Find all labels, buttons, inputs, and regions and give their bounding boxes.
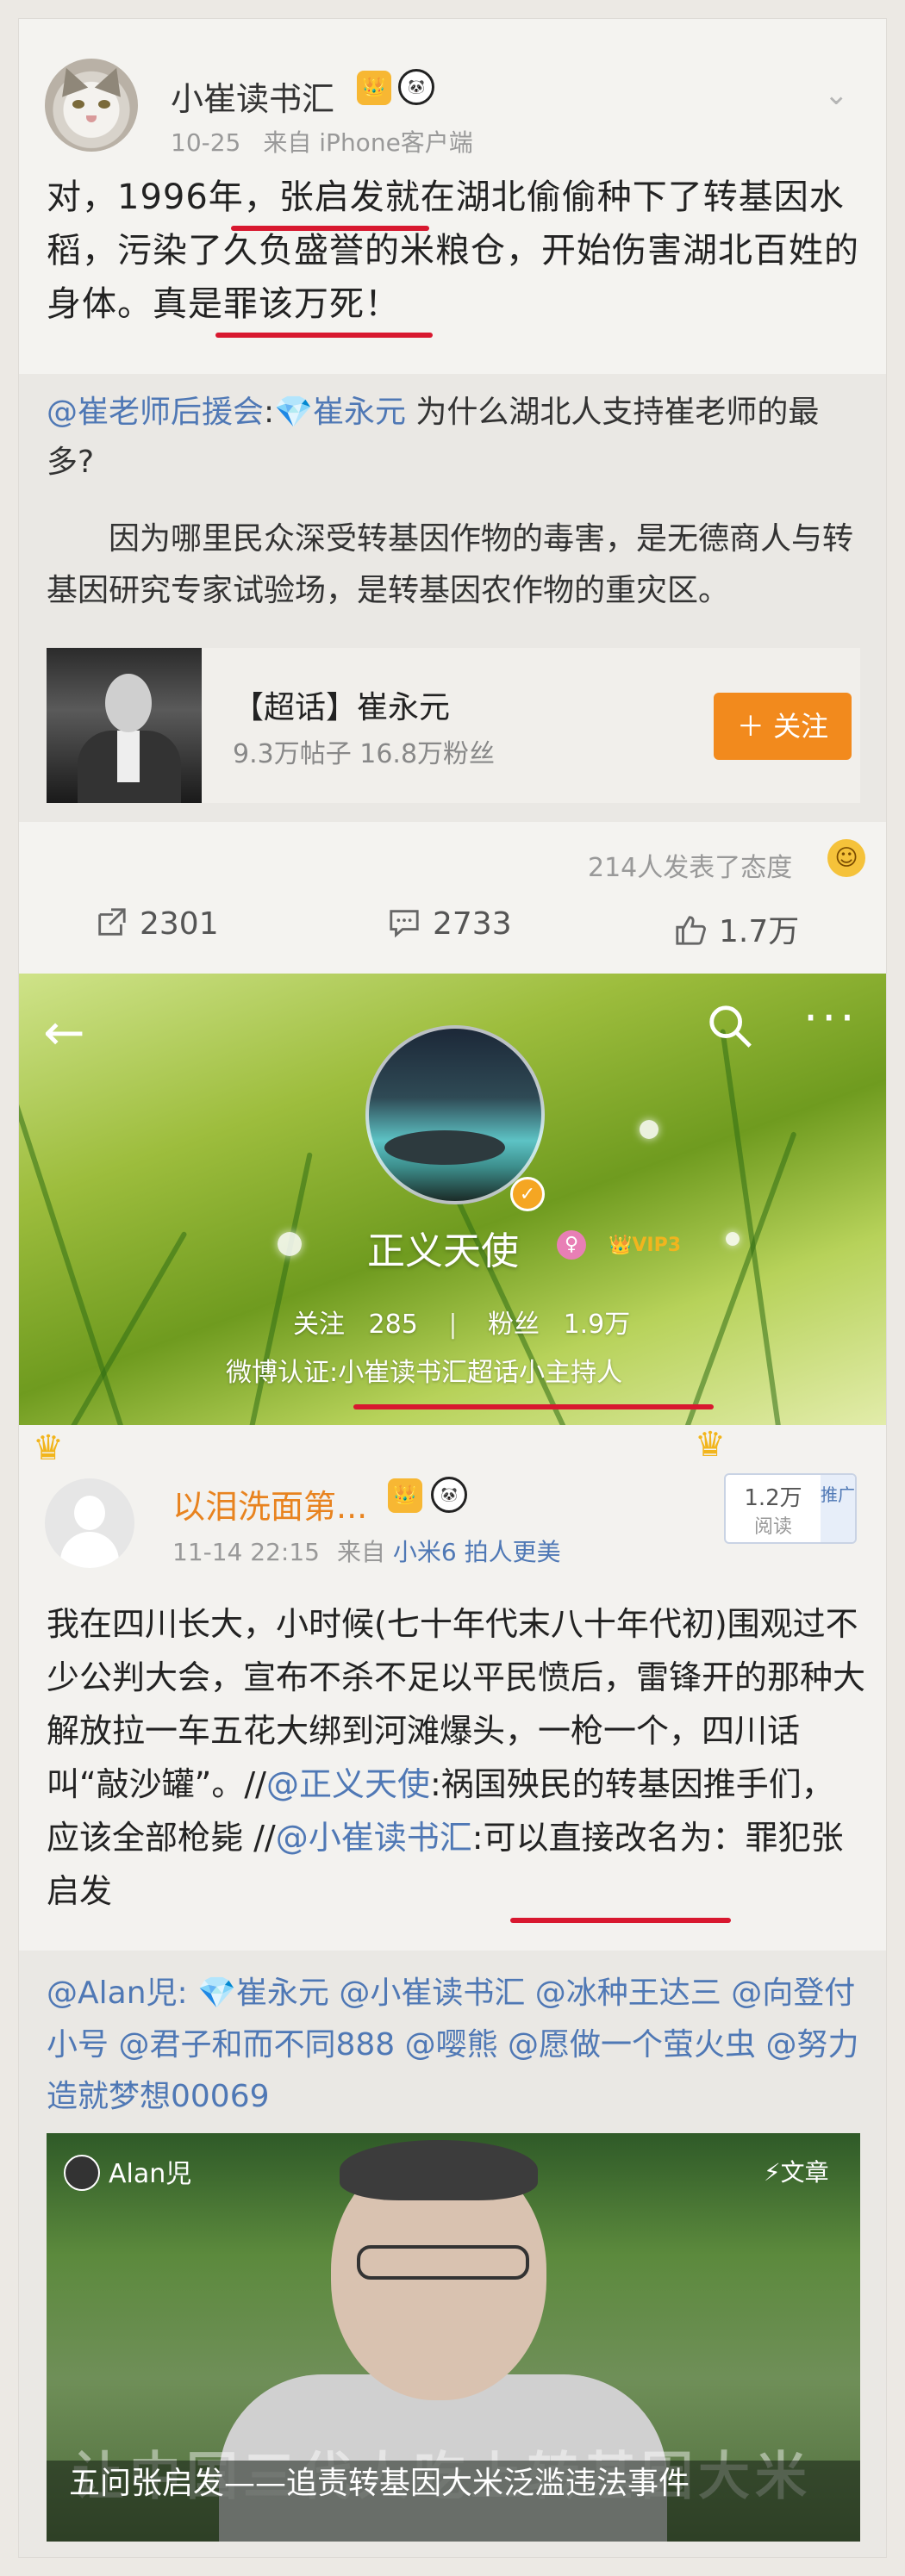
panda-badge-icon: 🐼 (431, 1477, 467, 1513)
highlight-underline (215, 333, 433, 338)
mention-link[interactable]: @崔老师后援会 (47, 395, 264, 430)
follow-button[interactable]: ＋ 关注 (714, 693, 852, 760)
chevron-down-icon[interactable]: ⌄ (824, 78, 849, 112)
post-date: 10-25 (171, 128, 241, 157)
repost-box[interactable]: @崔老师后援会:💎崔永元 为什么湖北人支持崔老师的最多? 因为哪里民众深受转基因… (19, 374, 886, 822)
avatar[interactable] (45, 59, 138, 152)
super-topic-card[interactable]: 【超话】崔永元 9.3万帖子 16.8万粉丝 ＋ 关注 (47, 648, 860, 803)
comment-icon (390, 910, 419, 938)
post-meta: 11-14 22:15 来自 小米6 拍人更美 (172, 1534, 561, 1568)
action-bar: 2301 2733 1.7万 (19, 906, 886, 967)
read-count-box: 1.2万 阅读 推广 (724, 1473, 857, 1544)
post-meta: 10-25 来自 iPhone客户端 (171, 124, 473, 159)
like-button[interactable]: 1.7万 (674, 906, 799, 951)
topic-link[interactable]: 💎崔永元 (274, 395, 406, 430)
article-card[interactable]: Alan児 ⚡文章 让中国三代人吃上转基因大米 五问张启发——追责转基因大米泛滥… (47, 2133, 860, 2542)
fans-count[interactable]: 1.9万 (564, 1310, 631, 1340)
back-arrow-icon[interactable]: ← (43, 1003, 85, 1061)
profile-name: 正义天使 (367, 1229, 519, 1273)
repost-box[interactable]: @Alan児: 💎崔永元 @小崔读书汇 @冰种王达三 @向登付小号 @君子和而不… (19, 1951, 886, 2557)
comment-button[interactable]: 2733 (388, 906, 512, 942)
promote-button[interactable]: 推广 (821, 1475, 855, 1542)
card-title: 【超话】崔永元 (233, 690, 451, 725)
mention-link[interactable]: @正义天使 (266, 1765, 430, 1803)
post-source-device[interactable]: 小米6 拍人更美 (393, 1538, 561, 1566)
smile-emoji-icon[interactable]: ☺ (827, 839, 865, 877)
post-text: 对，1996年，张启发就在湖北偷偷种下了转基因水稻，污染了久负盛誉的米粮仓，开始… (47, 177, 859, 324)
user-name[interactable]: 以泪洗面第... (172, 1480, 367, 1528)
like-count: 1.7万 (719, 914, 800, 949)
mention-list[interactable]: @Alan児: 💎崔永元 @小崔读书汇 @冰种王达三 @向登付小号 @君子和而不… (47, 1968, 865, 2123)
crown-badge-icon: 👑 (388, 1478, 422, 1513)
repost-text: @崔老师后援会:💎崔永元 为什么湖北人支持崔老师的最多? (47, 395, 820, 480)
follow-label[interactable]: 关注 (293, 1310, 345, 1340)
author-avatar (64, 2155, 100, 2191)
fans-label[interactable]: 粉丝 (488, 1310, 540, 1340)
comment-count: 2733 (433, 906, 512, 942)
read-count: 1.2万 (744, 1485, 802, 1511)
post-source-prefix: 来自 (336, 1538, 385, 1566)
search-icon[interactable] (705, 1001, 755, 1051)
weibo-post-2: ♛ ♛ 以泪洗面第... 👑 🐼 11-14 22:15 来自 小米6 拍人更美 … (19, 1425, 886, 2557)
weibo-post-1: 小崔读书汇 👑 🐼 ⌄ 10-25 来自 iPhone客户端 对，1996年，张启… (19, 19, 886, 974)
verified-badge-icon: ✓ (510, 1177, 545, 1211)
article-title: 五问张启发——追责转基因大米泛滥违法事件 (69, 2466, 690, 2501)
avatar[interactable] (45, 1478, 134, 1568)
vip-badge: 👑VIP3 (609, 1235, 682, 1256)
highlight-underline (353, 1404, 714, 1409)
panda-badge-icon: 🐼 (398, 69, 434, 105)
female-gender-icon: ♀ (557, 1230, 586, 1260)
article-author: Alan児 (64, 2152, 191, 2191)
read-label: 阅读 (753, 1516, 792, 1538)
post-date: 11-14 22:15 (172, 1538, 320, 1566)
repost-count: 2301 (140, 906, 219, 942)
verification-text: 微博认证:小崔读书汇超话小主持人 (226, 1358, 623, 1388)
article-tag: ⚡文章 (764, 2158, 829, 2187)
mention-link[interactable]: @小崔读书汇 (276, 1819, 472, 1857)
post-source: 来自 iPhone客户端 (263, 128, 473, 157)
attitude-count[interactable]: 214人发表了态度 (588, 846, 792, 884)
highlight-underline (231, 226, 429, 231)
crown-decoration-icon: ♛ (695, 1425, 726, 1465)
more-icon[interactable]: ··· (803, 991, 858, 1045)
crown-badge-icon: 👑 (357, 71, 391, 105)
card-subtitle: 9.3万帖子 16.8万粉丝 (233, 739, 496, 769)
repost-icon (98, 908, 126, 936)
card-photo (47, 648, 202, 803)
profile-stats: 关注 285 | 粉丝 1.9万 (293, 1310, 631, 1340)
highlight-underline (510, 1918, 731, 1923)
post-text: 我在四川长大，小时候(七十年代末八十年代初)围观过不少公判大会，宣布不杀不足以平… (47, 1605, 866, 1910)
profile-avatar[interactable] (365, 1025, 545, 1204)
user-name[interactable]: 小崔读书汇 (171, 72, 334, 120)
screenshot-collage: 小崔读书汇 👑 🐼 ⌄ 10-25 来自 iPhone客户端 对，1996年，张启… (19, 19, 886, 2557)
crown-decoration-icon: ♛ (33, 1428, 64, 1468)
follow-count[interactable]: 285 (369, 1310, 418, 1340)
thumbs-up-icon (676, 916, 706, 945)
repost-body: 因为哪里民众深受转基因作物的毒害，是无德商人与转基因研究专家试验场，是转基因农作… (47, 521, 854, 608)
profile-header: ← ··· ✓ 正义天使 ♀ 👑VIP3 关注 285 | 粉丝 1.9万 微博… (19, 974, 886, 1425)
repost-button[interactable]: 2301 (95, 906, 219, 942)
